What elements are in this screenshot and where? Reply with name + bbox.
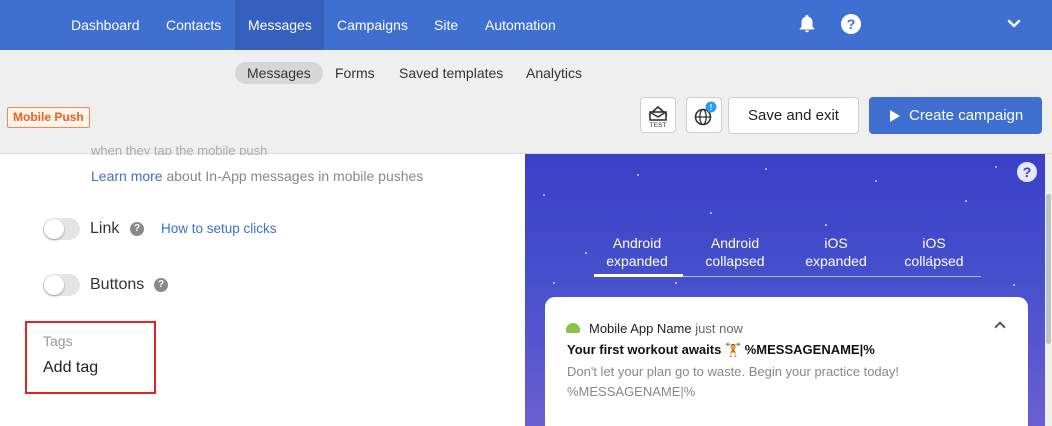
truncated-description: when they tap the mobile push bbox=[91, 145, 268, 155]
test-button[interactable]: TEST bbox=[640, 97, 676, 133]
star bbox=[875, 180, 877, 182]
subnav-messages[interactable]: Messages bbox=[235, 62, 323, 84]
tags-highlight-box bbox=[25, 321, 156, 394]
tab-line2: collapsed bbox=[904, 253, 964, 269]
subnav-analytics[interactable]: Analytics bbox=[514, 62, 594, 84]
active-tab-indicator bbox=[594, 274, 683, 277]
tab-ios-collapsed[interactable]: iOS collapsed bbox=[884, 234, 984, 270]
tab-android-collapsed[interactable]: Android collapsed bbox=[685, 234, 785, 270]
test-envelope-icon: TEST bbox=[648, 105, 668, 129]
globe-button[interactable]: ! bbox=[686, 97, 722, 133]
chevron-down-icon[interactable] bbox=[1005, 15, 1023, 33]
bell-icon[interactable] bbox=[796, 13, 818, 35]
scrollbar-thumb[interactable] bbox=[1046, 194, 1051, 344]
android-icon bbox=[566, 323, 580, 333]
star bbox=[965, 200, 967, 202]
tags-label: Tags bbox=[43, 333, 73, 349]
subnav-forms[interactable]: Forms bbox=[323, 62, 387, 84]
help-icon[interactable]: ? bbox=[841, 14, 861, 34]
app-name: Mobile App Name bbox=[589, 321, 692, 336]
star bbox=[1013, 284, 1015, 286]
create-campaign-button[interactable]: Create campaign bbox=[869, 97, 1042, 134]
nav-campaigns[interactable]: Campaigns bbox=[324, 0, 421, 50]
buttons-label: Buttons bbox=[90, 276, 145, 293]
test-label: TEST bbox=[650, 122, 667, 129]
tab-line2: expanded bbox=[805, 253, 867, 269]
notification-header: Mobile App Name just now bbox=[589, 321, 743, 336]
page-scrollbar[interactable] bbox=[1045, 154, 1052, 426]
toggle-knob bbox=[44, 219, 64, 239]
globe-icon: ! bbox=[694, 101, 717, 126]
learn-more-text: about In-App messages in mobile pushes bbox=[162, 168, 424, 184]
star bbox=[675, 282, 677, 284]
star bbox=[543, 194, 545, 196]
create-campaign-label: Create campaign bbox=[909, 107, 1024, 124]
buttons-help-icon[interactable]: ? bbox=[154, 278, 168, 292]
save-and-exit-button[interactable]: Save and exit bbox=[728, 97, 859, 134]
channel-badge: Mobile Push bbox=[7, 107, 90, 128]
star bbox=[710, 212, 712, 214]
star bbox=[637, 174, 639, 176]
tab-line1: Android bbox=[612, 235, 662, 251]
learn-more-link[interactable]: Learn more bbox=[91, 168, 163, 184]
tab-line2: expanded bbox=[606, 253, 668, 269]
notification-body: Don't let your plan go to waste. Begin y… bbox=[567, 364, 900, 399]
push-preview-panel: ? Android expanded Android collapsed iOS… bbox=[525, 154, 1045, 426]
preview-help-icon[interactable]: ? bbox=[1017, 162, 1037, 182]
tab-line1: iOS bbox=[922, 235, 946, 251]
globe-alert-badge: ! bbox=[710, 103, 713, 112]
nav-site[interactable]: Site bbox=[421, 0, 471, 50]
tab-ios-expanded[interactable]: iOS expanded bbox=[786, 234, 886, 270]
top-nav: Dashboard Contacts Messages Campaigns Si… bbox=[0, 0, 1052, 50]
chevron-up-icon[interactable] bbox=[994, 321, 1006, 333]
buttons-toggle[interactable] bbox=[43, 274, 80, 296]
star bbox=[553, 282, 555, 284]
learn-more-line: Learn more about In-App messages in mobi… bbox=[91, 168, 423, 184]
nav-automation[interactable]: Automation bbox=[472, 0, 569, 50]
tab-android-expanded[interactable]: Android expanded bbox=[587, 234, 687, 270]
notification-card: Mobile App Name just now Your first work… bbox=[545, 297, 1028, 426]
tab-line2: collapsed bbox=[705, 253, 765, 269]
tab-line1: Android bbox=[710, 235, 760, 251]
subnav-saved-templates[interactable]: Saved templates bbox=[387, 62, 515, 84]
star bbox=[825, 224, 827, 226]
star bbox=[765, 168, 767, 170]
link-label: Link bbox=[90, 220, 120, 237]
notification-title: Your first workout awaits 🏋 %MESSAGENAME… bbox=[567, 342, 875, 357]
link-help-icon[interactable]: ? bbox=[130, 222, 144, 236]
star bbox=[995, 166, 997, 168]
play-icon bbox=[890, 110, 900, 122]
nav-dashboard[interactable]: Dashboard bbox=[58, 0, 153, 50]
notification-time: just now bbox=[695, 321, 743, 336]
nav-contacts[interactable]: Contacts bbox=[153, 0, 234, 50]
link-toggle[interactable] bbox=[43, 218, 80, 240]
how-to-setup-clicks-link[interactable]: How to setup clicks bbox=[161, 221, 277, 236]
tab-line1: iOS bbox=[824, 235, 848, 251]
nav-messages[interactable]: Messages bbox=[235, 0, 324, 50]
add-tag-input[interactable]: Add tag bbox=[43, 359, 98, 377]
toggle-knob bbox=[44, 275, 64, 295]
